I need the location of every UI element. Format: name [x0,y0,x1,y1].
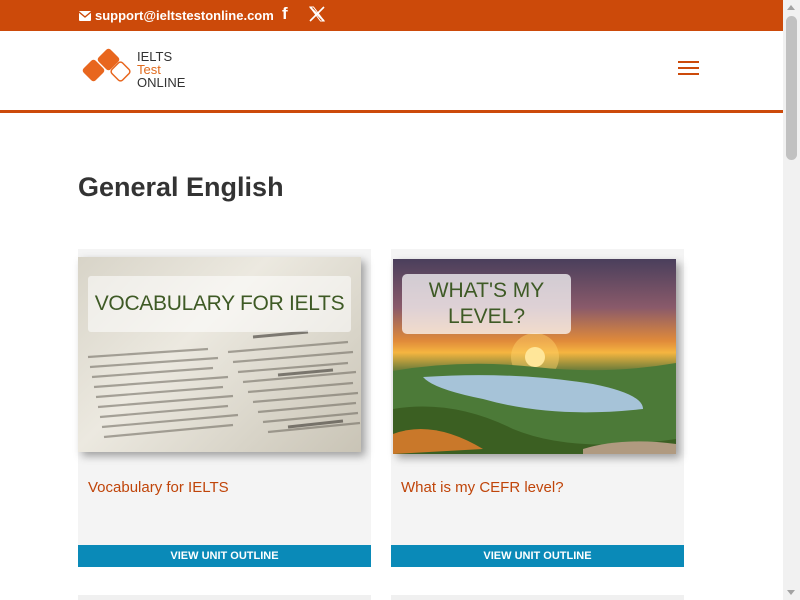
card-image-label: VOCABULARY FOR IELTS [88,276,351,332]
card-image-level[interactable]: WHAT'S MY LEVEL? [393,259,676,454]
card-image-vocabulary[interactable]: VOCABULARY FOR IELTS [78,257,361,452]
card-title-link[interactable]: Vocabulary for IELTS [88,479,229,496]
course-card-next-row[interactable] [391,595,684,600]
hamburger-bar [678,67,699,69]
top-bar: support@ieltstestonline.com f [0,0,783,31]
course-card-next-row[interactable] [78,595,371,600]
support-email-link[interactable]: support@ieltstestonline.com [79,8,274,23]
logo-line-3: ONLINE [137,75,186,90]
course-card-cefr-level[interactable]: WHAT'S MY LEVEL? What is my CEFR level? … [391,249,684,567]
card-image-label-line-2: LEVEL? [447,305,526,328]
page-scrollbar[interactable] [783,0,800,600]
card-title-link[interactable]: What is my CEFR level? [401,479,564,496]
scroll-up-arrow-icon[interactable] [787,5,795,10]
card-image-label-line-1: WHAT'S MY [428,279,545,302]
facebook-icon[interactable]: f [282,5,294,23]
scrollbar-thumb[interactable] [786,16,797,160]
x-icon[interactable] [309,6,325,22]
course-card-vocabulary[interactable]: VOCABULARY FOR IELTS Vocabulary for IELT… [78,249,371,567]
logo-text[interactable]: IELTS Test ONLINE [137,50,185,89]
view-unit-outline-button[interactable]: VIEW UNIT OUTLINE [391,545,684,567]
page: support@ieltstestonline.com f IELTS Test… [0,0,800,600]
support-email: support@ieltstestonline.com [95,8,274,23]
card-image-label: WHAT'S MY LEVEL? [402,274,571,334]
hamburger-bar [678,73,699,75]
mail-icon [79,10,91,21]
site-header: IELTS Test ONLINE [0,31,783,113]
scroll-down-arrow-icon[interactable] [787,590,795,595]
page-title: General English [78,172,284,202]
view-unit-outline-button[interactable]: VIEW UNIT OUTLINE [78,545,371,567]
hamburger-bar [678,61,699,63]
hamburger-icon[interactable] [678,61,699,77]
